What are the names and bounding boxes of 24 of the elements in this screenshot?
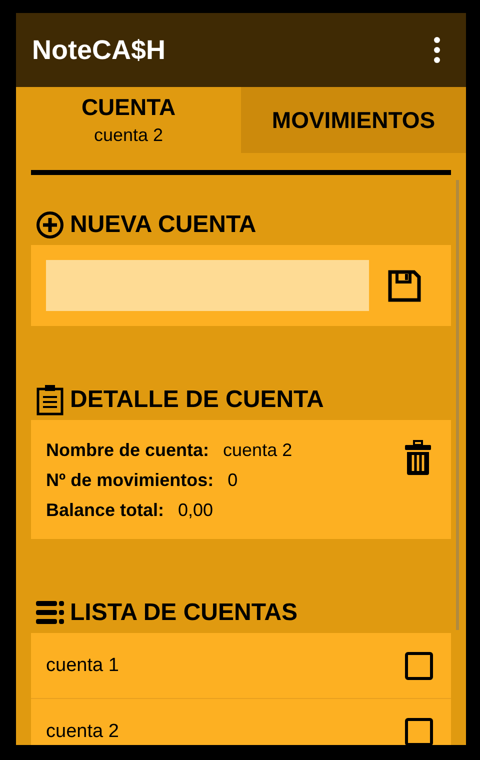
detail-value: cuenta 2 [223,440,292,461]
more-icon[interactable] [432,35,442,65]
clipboard-icon [36,384,64,416]
detail-label: Nº de movimientos: [46,470,214,491]
list-icon [36,599,64,627]
trash-icon[interactable] [405,440,431,476]
app-title: NoteCA$H [32,34,166,66]
account-name-field[interactable] [46,260,369,311]
section-heading: LISTA DE CUENTAS [70,599,298,627]
detail-value: 0,00 [178,500,214,521]
account-name: cuenta 1 [46,654,119,676]
save-icon[interactable] [387,268,421,302]
plus-circle-icon [36,211,64,239]
detail-label: Nombre de cuenta: [46,440,210,461]
detail-label: Balance total: [46,500,164,521]
checkbox[interactable] [405,652,433,680]
tab[interactable]: MOVIMIENTOS [241,87,466,153]
section-heading: DETALLE DE CUENTA [70,386,324,414]
account-list-item[interactable]: cuenta 1 [31,633,451,699]
account-list-item[interactable]: cuenta 2 [31,699,451,745]
section-heading: NUEVA CUENTA [70,211,256,239]
checkbox[interactable] [405,718,433,745]
account-name: cuenta 2 [46,720,119,742]
detail-value: 0 [228,470,238,491]
